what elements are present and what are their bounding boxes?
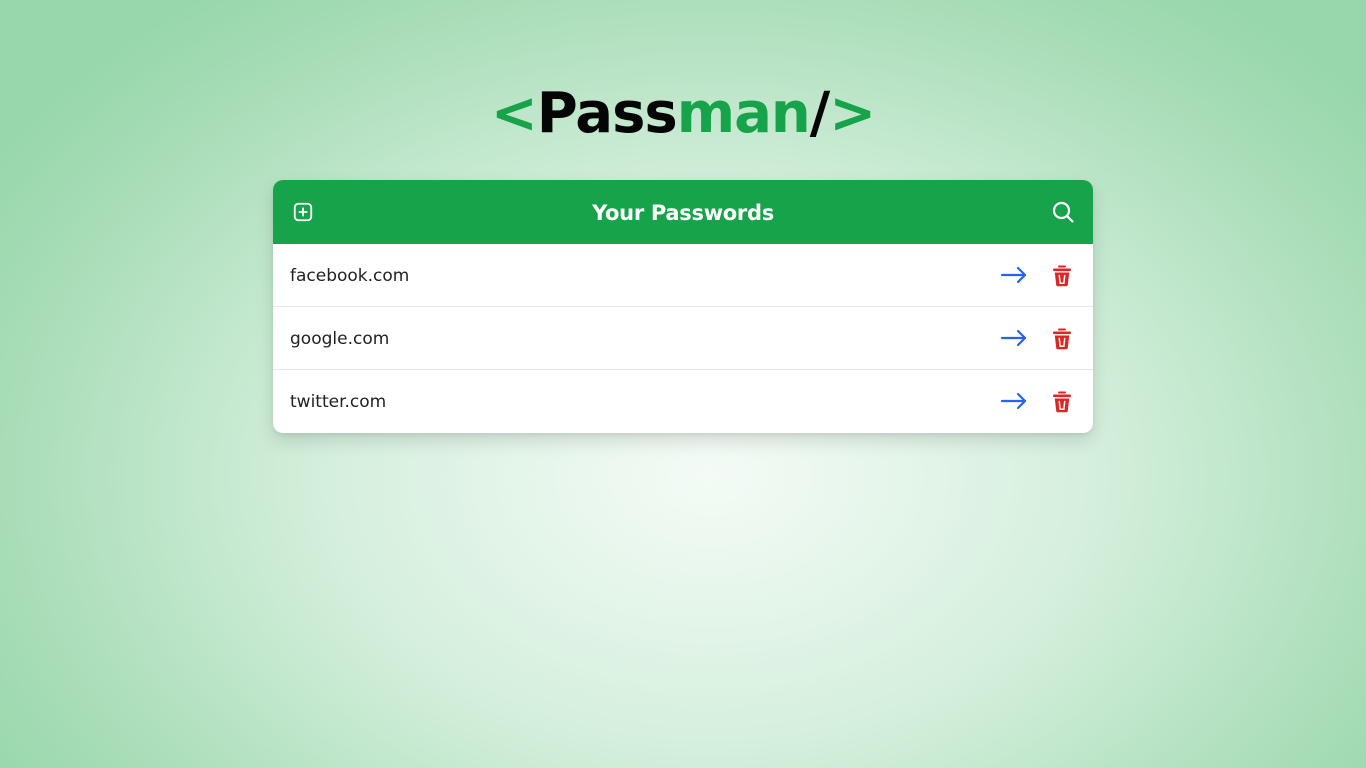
logo-close-bracket: > <box>829 81 876 146</box>
site-name: google.com <box>290 329 390 349</box>
delete-entry-button[interactable] <box>1050 388 1074 414</box>
open-entry-button[interactable] <box>999 389 1029 413</box>
password-row[interactable]: facebook.com <box>273 244 1093 307</box>
search-icon <box>1052 201 1074 223</box>
site-name: facebook.com <box>290 266 410 286</box>
trash-icon <box>1053 391 1071 412</box>
logo-open-bracket: < <box>490 81 538 146</box>
site-name: twitter.com <box>290 392 387 412</box>
search-button[interactable] <box>1049 198 1077 226</box>
delete-entry-button[interactable] <box>1050 262 1074 288</box>
passwords-card: Your Passwords facebook.com google.com t… <box>273 180 1093 433</box>
logo-slash: / <box>809 81 830 146</box>
arrow-right-icon <box>1000 392 1027 410</box>
trash-icon <box>1053 328 1071 349</box>
open-entry-button[interactable] <box>999 326 1029 350</box>
trash-icon <box>1053 265 1071 286</box>
open-entry-button[interactable] <box>999 263 1029 287</box>
arrow-right-icon <box>1000 329 1027 347</box>
add-password-button[interactable] <box>290 199 316 225</box>
arrow-right-icon <box>1000 266 1027 284</box>
delete-entry-button[interactable] <box>1050 325 1074 351</box>
password-row[interactable]: twitter.com <box>273 370 1093 433</box>
card-title: Your Passwords <box>592 201 774 225</box>
card-header: Your Passwords <box>273 180 1093 244</box>
logo-text-man: man <box>676 81 811 146</box>
app-logo: <Passman/> <box>0 78 1366 150</box>
plus-square-icon <box>293 202 313 222</box>
password-row[interactable]: google.com <box>273 307 1093 370</box>
logo-text-pass: Pass <box>536 81 678 146</box>
